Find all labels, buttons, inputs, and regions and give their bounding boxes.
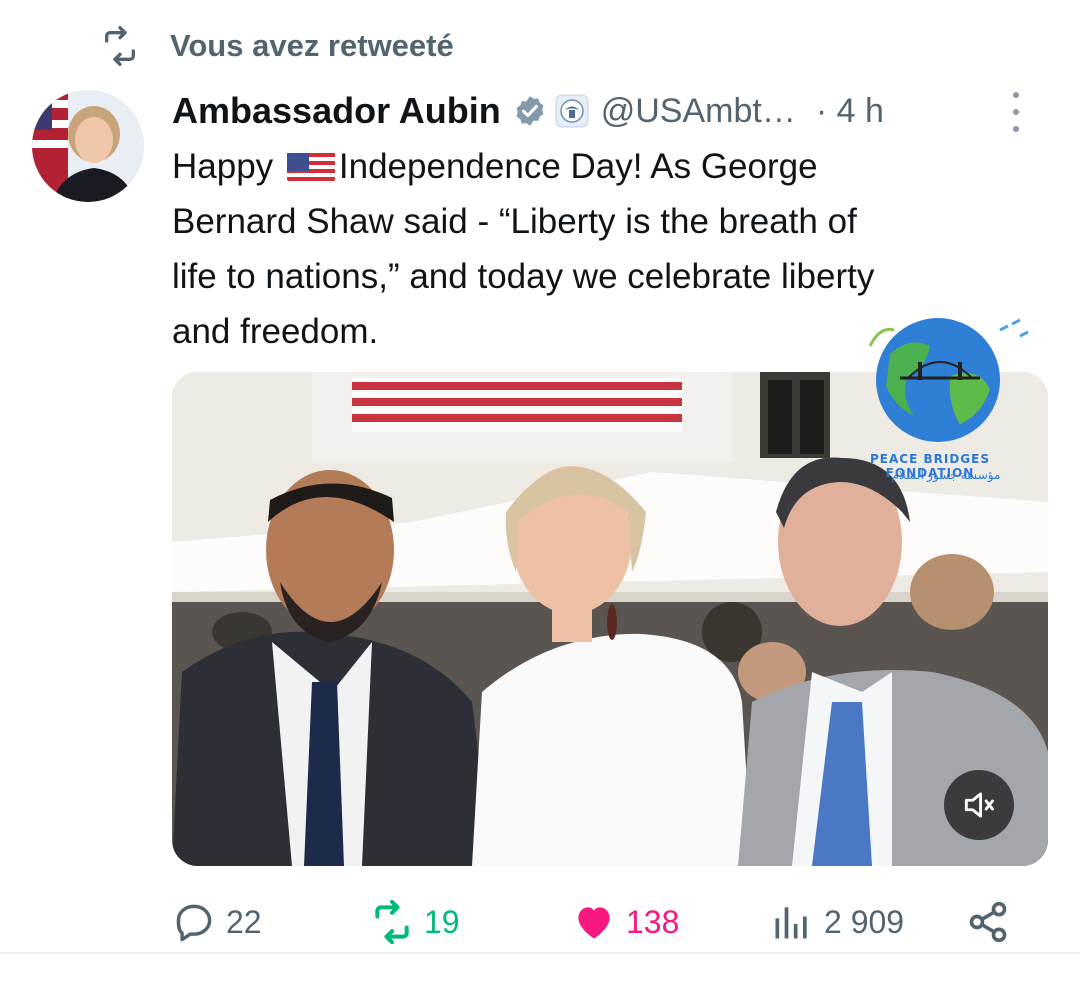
reply-icon bbox=[176, 904, 212, 942]
avatar[interactable] bbox=[32, 90, 144, 202]
share-button[interactable] bbox=[966, 890, 1010, 954]
reply-button[interactable]: 22 bbox=[172, 890, 262, 954]
tweet-actions: 22 19 138 2 909 bbox=[0, 890, 1080, 954]
like-icon bbox=[578, 907, 610, 939]
tweet-text-line-1: Happy Independence Day! As George bbox=[172, 139, 1052, 194]
like-button[interactable]: 138 bbox=[572, 890, 679, 954]
retweet-icon bbox=[105, 26, 135, 66]
tweet-header: Ambassador Aubin @USAmbt… · 4 h bbox=[172, 84, 1040, 138]
retweet-indicator: Vous avez retweeté bbox=[100, 24, 454, 68]
reply-count: 22 bbox=[226, 903, 262, 940]
government-seal-icon bbox=[555, 94, 589, 128]
verified-badge-icon bbox=[516, 96, 544, 126]
tweet-text-segment: Independence Day! As George bbox=[338, 147, 818, 186]
like-count: 138 bbox=[626, 903, 680, 940]
tweet-text-segment: Happy bbox=[172, 147, 274, 186]
retweet-label: Vous avez retweeté bbox=[170, 28, 454, 63]
mute-icon bbox=[964, 792, 994, 818]
tweet-timestamp[interactable]: · 4 h bbox=[816, 92, 884, 131]
mute-button[interactable] bbox=[944, 770, 1014, 840]
divider bbox=[0, 952, 1080, 954]
watermark-text-ar: مؤسسة جسور السلام bbox=[891, 468, 1001, 482]
share-icon bbox=[969, 901, 1007, 943]
author-handle[interactable]: @USAmbt… bbox=[601, 92, 796, 131]
more-icon[interactable] bbox=[1006, 92, 1026, 132]
author-name[interactable]: Ambassador Aubin bbox=[172, 90, 501, 132]
flag-us-icon bbox=[286, 148, 335, 182]
tweet-text-line-3: life to nations,” and today we celebrate… bbox=[172, 257, 875, 296]
views-icon bbox=[775, 907, 807, 939]
retweet-count: 19 bbox=[424, 903, 460, 940]
views-button[interactable]: 2 909 bbox=[770, 890, 904, 954]
retweet-icon bbox=[375, 900, 409, 944]
view-count: 2 909 bbox=[824, 903, 905, 940]
tweet-text-line-2: Bernard Shaw said - “Liberty is the brea… bbox=[172, 202, 857, 241]
avatar-image bbox=[32, 90, 144, 202]
retweet-button[interactable]: 19 bbox=[370, 890, 460, 954]
